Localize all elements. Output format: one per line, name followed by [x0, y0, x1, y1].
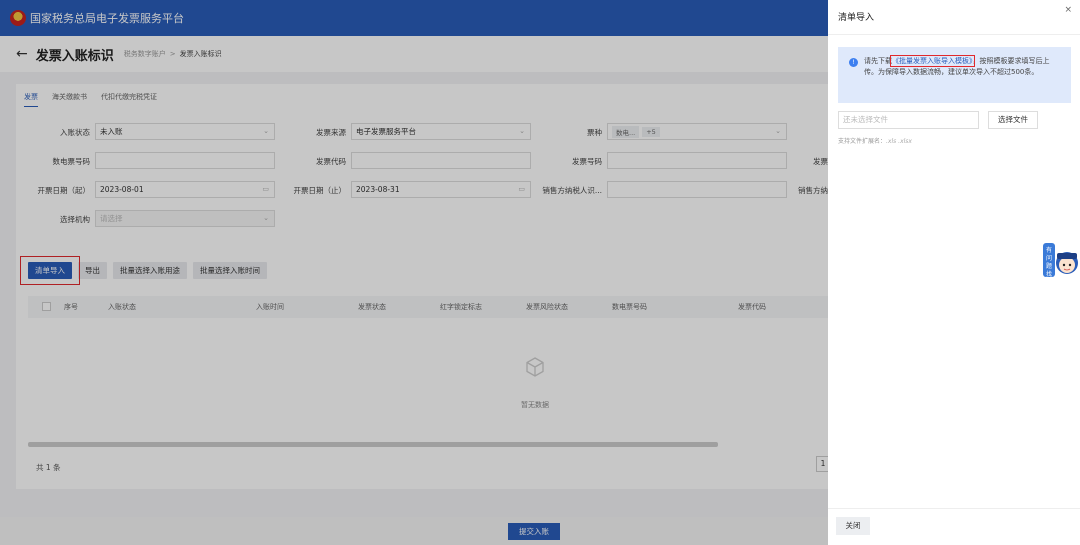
drawer-footer-divider	[828, 508, 1080, 509]
info-alert: ! 请先下载《批量发票入账导入模板》，按照模板要求填写后上传。为保障导入数据流畅…	[838, 47, 1071, 103]
assistant-mascot-icon[interactable]: 有 问 题 找	[1043, 237, 1079, 283]
file-name-field[interactable]: 还未选择文件	[838, 111, 979, 129]
svg-text:问: 问	[1046, 254, 1052, 262]
close-button[interactable]: 关闭	[836, 517, 870, 535]
file-extension-hint: 支持文件扩展名：.xls .xlsx	[838, 136, 912, 145]
info-icon: !	[849, 58, 858, 67]
template-download-link[interactable]: 《批量发票入账导入模板》	[890, 55, 975, 67]
import-drawer: 清单导入 × ! 请先下载《批量发票入账导入模板》，按照模板要求填写后上传。为保…	[828, 0, 1080, 545]
close-icon[interactable]: ×	[1064, 5, 1072, 15]
modal-overlay[interactable]	[0, 0, 828, 545]
svg-text:找: 找	[1046, 270, 1052, 278]
svg-text:有: 有	[1046, 246, 1052, 254]
file-hint-ext: .xls .xlsx	[886, 138, 912, 145]
drawer-title: 清单导入	[838, 13, 875, 23]
info-prefix: 请先下载	[864, 57, 892, 65]
divider	[828, 34, 1080, 35]
file-hint-label: 支持文件扩展名：	[838, 138, 887, 145]
svg-text:题: 题	[1046, 263, 1052, 270]
choose-file-button[interactable]: 选择文件	[988, 111, 1038, 129]
